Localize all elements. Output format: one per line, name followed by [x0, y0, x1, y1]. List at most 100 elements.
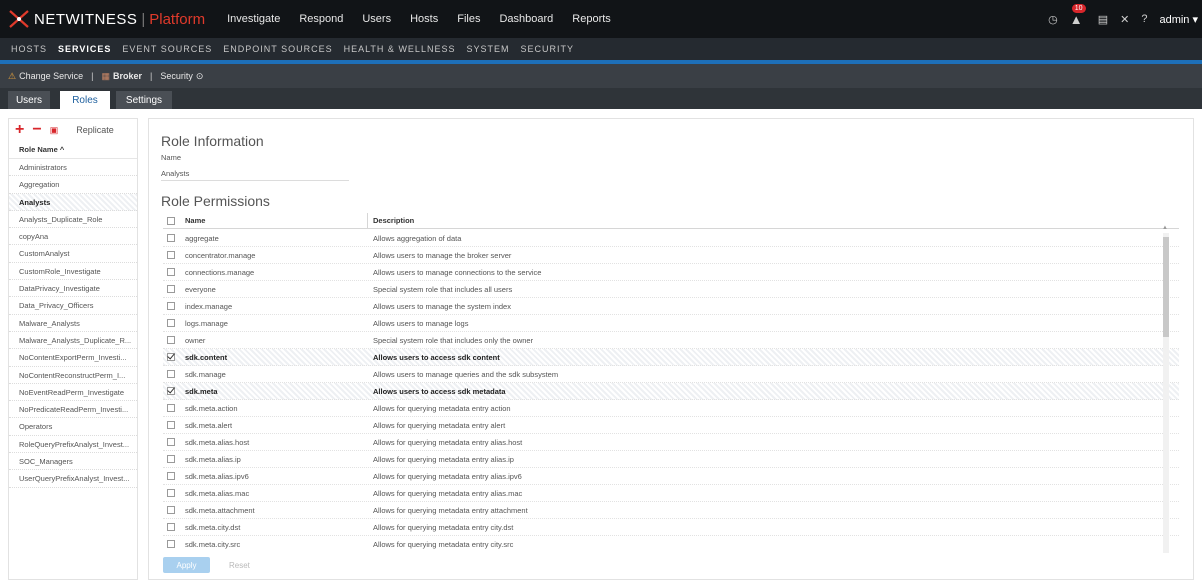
reset-button[interactable]: Reset [229, 557, 250, 573]
role-item[interactable]: UserQueryPrefixAnalyst_Invest... [9, 470, 137, 488]
select-all-checkbox[interactable] [167, 216, 175, 225]
permission-row[interactable]: owner Special system role that includes o… [163, 332, 1179, 349]
permission-row[interactable]: index.manage Allows users to manage the s… [163, 298, 1179, 315]
timer-icon[interactable]: ◷ [1048, 13, 1058, 26]
permission-description: Allows for querying metadata entry alias… [373, 437, 523, 447]
nav-hosts[interactable]: Hosts [410, 13, 438, 25]
permission-checkbox[interactable] [167, 370, 175, 378]
role-item[interactable]: Data_Privacy_Officers [9, 297, 137, 315]
permission-checkbox[interactable] [167, 472, 175, 480]
permission-row[interactable]: sdk.meta.attachment Allows for querying m… [163, 502, 1179, 519]
nav-reports[interactable]: Reports [572, 13, 611, 25]
permission-checkbox[interactable] [167, 455, 175, 463]
permission-row[interactable]: sdk.manage Allows users to manage queries… [163, 366, 1179, 383]
permission-checkbox-checked[interactable] [167, 387, 175, 395]
role-item[interactable]: Administrators [9, 159, 137, 177]
subnav-services[interactable]: SERVICES [58, 44, 111, 54]
role-item[interactable]: NoEventReadPerm_Investigate [9, 384, 137, 402]
permission-checkbox[interactable] [167, 319, 175, 327]
document-icon[interactable]: ▤ [1098, 13, 1108, 26]
nav-dashboard[interactable]: Dashboard [499, 13, 553, 25]
permission-row[interactable]: sdk.meta.alias.ipv6 Allows for querying m… [163, 468, 1179, 485]
context-selector[interactable]: Security ⊙ [160, 71, 203, 82]
role-item[interactable]: copyAna [9, 228, 137, 246]
subnav-endpoint-sources[interactable]: ENDPOINT SOURCES [223, 44, 332, 54]
subnav-security[interactable]: SECURITY [520, 44, 574, 54]
permission-checkbox[interactable] [167, 268, 175, 276]
scroll-up-icon[interactable]: ▲ [1162, 225, 1168, 231]
role-item[interactable]: SOC_Managers [9, 453, 137, 471]
role-item[interactable]: RoleQueryPrefixAnalyst_Invest... [9, 436, 137, 454]
logo[interactable]: NETWITNESS | Platform [0, 0, 205, 38]
permission-checkbox[interactable] [167, 523, 175, 531]
subnav-health-wellness[interactable]: HEALTH & WELLNESS [344, 44, 456, 54]
permission-row-checked[interactable]: sdk.meta Allows users to access sdk metad… [163, 383, 1179, 400]
change-service-button[interactable]: ⚠ Change Service [8, 71, 83, 82]
permission-row[interactable]: concentrator.manage Allows users to manag… [163, 247, 1179, 264]
tab-settings[interactable]: Settings [116, 91, 172, 109]
permission-description: Allows users to manage the broker server [373, 250, 512, 260]
role-name-field[interactable]: Analysts [161, 167, 349, 181]
delete-role-icon[interactable]: − [32, 122, 41, 138]
tab-roles[interactable]: Roles [60, 91, 110, 109]
permission-description: Special system role that includes only t… [373, 335, 534, 345]
replicate-role-icon[interactable]: ▣ [50, 125, 59, 136]
name-column-header[interactable]: Name [163, 212, 368, 229]
permissions-scrollbar[interactable]: ▲ [1162, 225, 1169, 553]
service-selector[interactable]: ▦ Broker [101, 71, 142, 82]
permission-row[interactable]: sdk.meta.action Allows for querying metad… [163, 400, 1179, 417]
permission-row[interactable]: sdk.meta.city.dst Allows for querying met… [163, 519, 1179, 536]
role-item[interactable]: NoContentReconstructPerm_I... [9, 367, 137, 384]
role-item[interactable]: Aggregation [9, 176, 137, 194]
apply-button[interactable]: Apply [163, 557, 210, 573]
role-item[interactable]: NoPredicateReadPerm_Investi... [9, 401, 137, 419]
permission-checkbox[interactable] [167, 489, 175, 497]
permission-checkbox-checked[interactable] [167, 353, 175, 361]
permission-row[interactable]: connections.manage Allows users to manage… [163, 264, 1179, 281]
permission-checkbox[interactable] [167, 251, 175, 259]
permission-checkbox[interactable] [167, 421, 175, 429]
scrollbar-thumb[interactable] [1163, 237, 1169, 337]
permission-checkbox[interactable] [167, 336, 175, 344]
permission-row-checked[interactable]: sdk.content Allows users to access sdk co… [163, 349, 1179, 366]
permission-checkbox[interactable] [167, 540, 175, 548]
subnav-system[interactable]: SYSTEM [466, 44, 509, 54]
subnav-event-sources[interactable]: EVENT SOURCES [122, 44, 212, 54]
role-item[interactable]: Analysts_Duplicate_Role [9, 211, 137, 229]
permission-checkbox[interactable] [167, 438, 175, 446]
role-item[interactable]: CustomRole_Investigate [9, 263, 137, 281]
notifications-button[interactable]: ▲ 10 [1068, 4, 1086, 28]
user-menu[interactable]: admin ▾ [1159, 13, 1198, 26]
add-role-icon[interactable]: + [15, 122, 24, 138]
nav-files[interactable]: Files [457, 13, 480, 25]
help-icon[interactable]: ? [1141, 13, 1147, 25]
permission-row[interactable]: sdk.meta.alias.mac Allows for querying me… [163, 485, 1179, 502]
role-item[interactable]: DataPrivacy_Investigate [9, 280, 137, 298]
permission-row[interactable]: sdk.meta.alias.host Allows for querying m… [163, 434, 1179, 451]
nav-respond[interactable]: Respond [299, 13, 343, 25]
role-name-column-header[interactable]: Role Name ^ [9, 141, 137, 159]
role-item[interactable]: Malware_Analysts_Duplicate_R... [9, 332, 137, 350]
permission-checkbox[interactable] [167, 234, 175, 242]
role-item[interactable]: CustomAnalyst [9, 245, 137, 263]
subnav-hosts[interactable]: HOSTS [11, 44, 47, 54]
permission-row[interactable]: sdk.meta.city.src Allows for querying met… [163, 536, 1179, 552]
permission-row[interactable]: everyone Special system role that include… [163, 281, 1179, 298]
nav-investigate[interactable]: Investigate [227, 13, 280, 25]
role-item[interactable]: Operators [9, 418, 137, 436]
permission-checkbox[interactable] [167, 302, 175, 310]
role-item-selected[interactable]: Analysts [9, 193, 137, 211]
permission-row[interactable]: sdk.meta.alert Allows for querying metada… [163, 417, 1179, 434]
permission-checkbox[interactable] [167, 404, 175, 412]
permission-checkbox[interactable] [167, 285, 175, 293]
permission-row[interactable]: logs.manage Allows users to manage logs [163, 315, 1179, 332]
tools-icon[interactable]: ✕ [1120, 13, 1129, 26]
role-item[interactable]: Malware_Analysts [9, 315, 137, 332]
permission-checkbox[interactable] [167, 506, 175, 514]
role-item[interactable]: NoContentExportPerm_Investi... [9, 349, 137, 367]
permission-row[interactable]: sdk.meta.alias.ip Allows for querying met… [163, 451, 1179, 468]
permission-row[interactable]: aggregate Allows aggregation of data [163, 230, 1179, 247]
tab-users[interactable]: Users [8, 91, 50, 109]
replicate-button[interactable]: Replicate [76, 125, 114, 135]
nav-users[interactable]: Users [362, 13, 391, 25]
